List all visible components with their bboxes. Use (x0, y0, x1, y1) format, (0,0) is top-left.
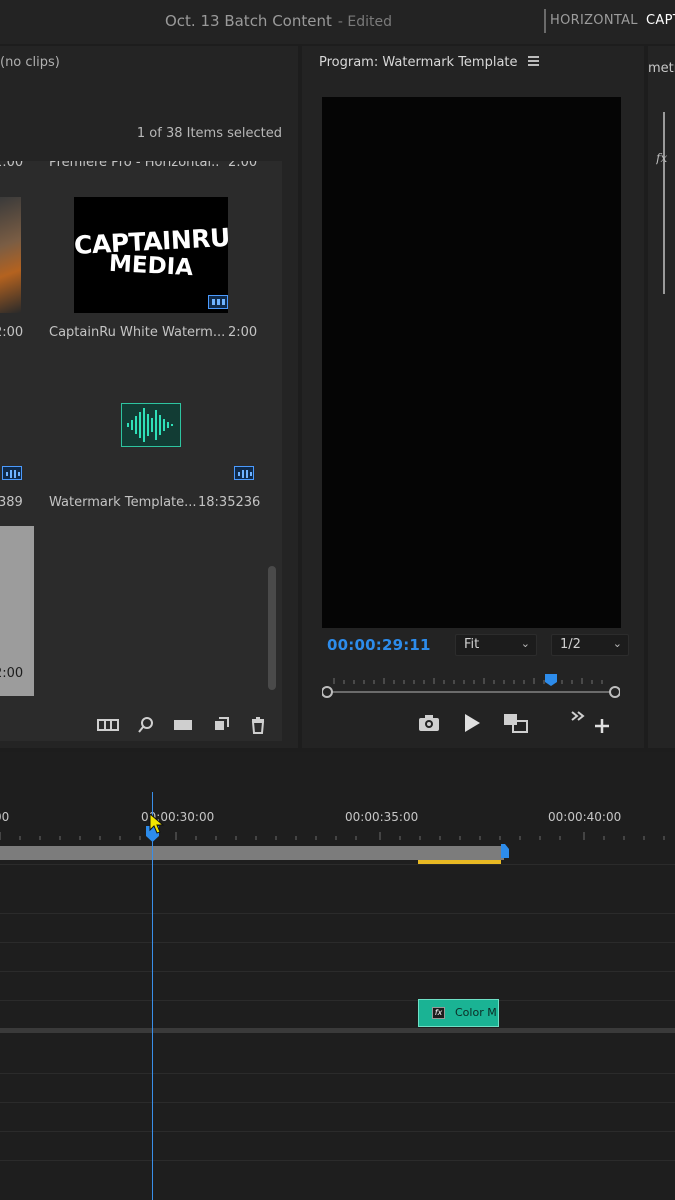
item-name-captainru[interactable]: CaptainRu White Waterm... (49, 325, 225, 340)
vertical-toolbar-partial: fx (656, 112, 667, 294)
work-area-end-handle[interactable] (500, 844, 510, 862)
left-item-duration-3: 389 (0, 495, 23, 510)
find-icon[interactable] (137, 716, 155, 734)
item-duration-captainru: 2:00 (228, 325, 258, 340)
audio-badge-icon (2, 466, 22, 480)
left-item-duration-4: 2:00 (0, 666, 24, 681)
mouse-cursor-icon (149, 813, 165, 834)
chevron-down-icon: ⌄ (520, 637, 530, 650)
track-divider (0, 1131, 675, 1132)
project-items-grid: 2:00 Premiere Pro - Horizontal... 2:00 C… (0, 161, 282, 741)
gray-thumbnail-partial[interactable]: 2:00 (0, 526, 34, 696)
waveform-thumbnail[interactable] (121, 403, 181, 447)
play-icon[interactable] (463, 713, 481, 733)
timeline-panel: 00 00:00:30:00 00:00:35:00 00:00:40:00 f… (0, 752, 675, 1200)
playhead-timecode[interactable]: 00:00:29:11 (327, 636, 431, 654)
program-video-frame[interactable] (322, 97, 621, 628)
track-divider (0, 1000, 675, 1001)
left-item-duration: 2:00 (0, 161, 24, 170)
no-clips-note: (no clips) (0, 55, 60, 70)
track-divider (0, 971, 675, 972)
right-panel-partial: metr fx (648, 46, 675, 748)
watermark-thumbnail[interactable]: CAPTAINRU MEDIA (74, 197, 228, 313)
item-name-horizontal[interactable]: Premiere Pro - Horizontal... (49, 161, 219, 170)
trash-icon[interactable] (249, 716, 267, 734)
program-mini-timeline[interactable] (322, 674, 620, 698)
item-duration-horizontal: 2:00 (228, 161, 258, 170)
fx-badge-icon: fx (432, 1007, 445, 1019)
audio-badge-icon (234, 466, 254, 480)
waveform-icon (127, 408, 173, 442)
title-bar: Oct. 13 Batch Content - Edited HORIZONTAL… (0, 0, 675, 44)
playback-resolution-select[interactable]: 1/2 ⌄ (551, 634, 629, 656)
item-name-watermark-template[interactable]: Watermark Template... (49, 495, 197, 510)
right-panel-label[interactable]: metr (648, 61, 675, 76)
more-icon[interactable] (570, 710, 586, 722)
edited-status: - Edited (337, 14, 392, 30)
track-divider (0, 864, 675, 865)
transport-controls (302, 710, 644, 740)
workspace-tab-captions[interactable]: CAPT (646, 13, 675, 28)
comparison-view-icon[interactable] (502, 712, 530, 734)
new-item-icon[interactable] (212, 716, 230, 734)
track-divider (0, 1102, 675, 1103)
track-divider (0, 913, 675, 914)
timeline-ruler[interactable] (0, 828, 675, 842)
video-thumbnail-partial[interactable] (0, 197, 21, 313)
workspace-tab-horizontal[interactable]: HORIZONTAL (550, 13, 638, 28)
add-icon[interactable] (594, 718, 610, 734)
zoom-level-value: Fit (464, 637, 480, 652)
project-panel: (no clips) 1 of 38 Items selected 2:00 P… (0, 46, 298, 748)
logo-text-line2: MEDIA (108, 250, 194, 282)
freeform-view-icon[interactable] (96, 716, 120, 734)
timeline-time-label: 00:00:35:00 (345, 810, 419, 824)
chevron-down-icon: ⌄ (612, 637, 622, 650)
track-divider (0, 942, 675, 943)
left-item-duration-2: 2:00 (0, 325, 24, 340)
program-monitor-panel: Program: Watermark Template 00:00:29:11 … (302, 46, 644, 748)
work-area-bar[interactable] (0, 846, 504, 860)
project-title: Oct. 13 Batch Content - Edited (165, 12, 392, 30)
new-bin-icon[interactable] (172, 716, 194, 734)
item-duration-watermark-template: 18:35236 (198, 495, 261, 510)
export-frame-icon[interactable] (418, 714, 440, 732)
selection-count: 1 of 38 Items selected (136, 126, 282, 141)
video-audio-divider[interactable] (0, 1028, 675, 1033)
zoom-level-select[interactable]: Fit ⌄ (455, 634, 537, 656)
video-badge-icon (208, 295, 228, 309)
program-monitor-title[interactable]: Program: Watermark Template (319, 55, 518, 70)
track-divider (0, 1160, 675, 1161)
clip-label: Color M (455, 1006, 497, 1019)
project-scrollbar[interactable] (268, 566, 276, 690)
panel-menu-icon[interactable] (528, 56, 540, 66)
project-name: Oct. 13 Batch Content (165, 12, 332, 30)
playhead-line[interactable] (152, 792, 153, 1200)
workspace-divider (544, 9, 546, 33)
timeline-time-label: 00:00:40:00 (548, 810, 622, 824)
playback-resolution-value: 1/2 (560, 637, 581, 652)
timeline-time-label: 00 (0, 810, 10, 824)
color-matte-clip[interactable]: fx Color M (418, 999, 499, 1027)
svg-text:fx: fx (656, 151, 667, 165)
track-divider (0, 1073, 675, 1074)
